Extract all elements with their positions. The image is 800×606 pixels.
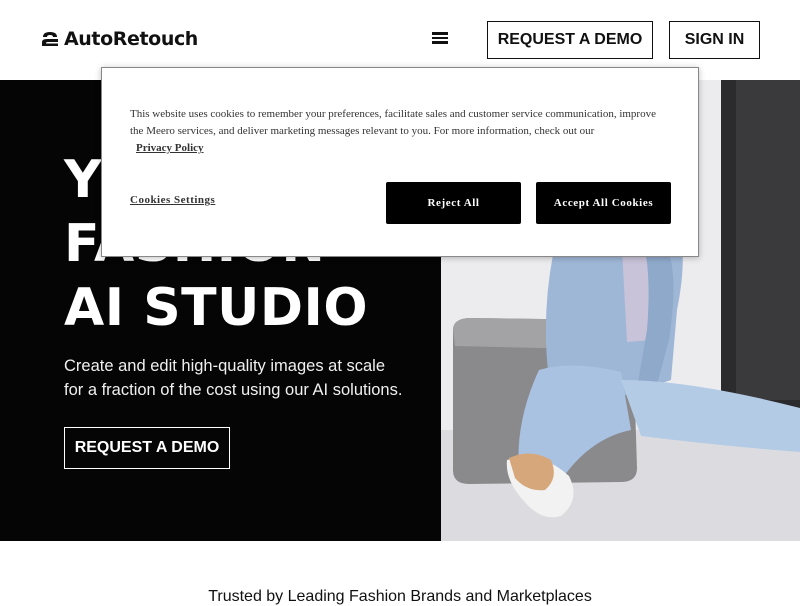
cookie-description: This website uses cookies to remember yo… bbox=[130, 108, 656, 137]
hero-title-line-3: AI STUDIO bbox=[64, 278, 369, 338]
cookie-consent-dialog: This website uses cookies to remember yo… bbox=[101, 67, 699, 257]
logo[interactable]: AutoRetouch bbox=[40, 28, 198, 50]
request-demo-button[interactable]: REQUEST A DEMO bbox=[487, 21, 653, 59]
hamburger-menu-icon[interactable] bbox=[430, 30, 450, 50]
accept-all-cookies-button[interactable]: Accept All Cookies bbox=[536, 182, 671, 224]
hero-subtitle-line-1: Create and edit high-quality images at s… bbox=[64, 357, 386, 375]
cookie-settings-link[interactable]: Cookies Settings bbox=[130, 194, 215, 206]
reject-all-button[interactable]: Reject All bbox=[386, 182, 521, 224]
privacy-policy-link[interactable]: Privacy Policy bbox=[136, 140, 204, 157]
autoretouch-logo-icon bbox=[42, 32, 58, 46]
hero-subtitle: Create and edit high-quality images at s… bbox=[64, 354, 434, 402]
hero-subtitle-line-2: for a fraction of the cost using our AI … bbox=[64, 381, 403, 399]
cookie-banner-text: This website uses cookies to remember yo… bbox=[130, 106, 670, 157]
logo-text: AutoRetouch bbox=[64, 28, 198, 50]
sign-in-button[interactable]: SIGN IN bbox=[669, 21, 760, 59]
hero-request-demo-button[interactable]: REQUEST A DEMO bbox=[64, 427, 230, 469]
trusted-by-heading: Trusted by Leading Fashion Brands and Ma… bbox=[208, 588, 592, 605]
